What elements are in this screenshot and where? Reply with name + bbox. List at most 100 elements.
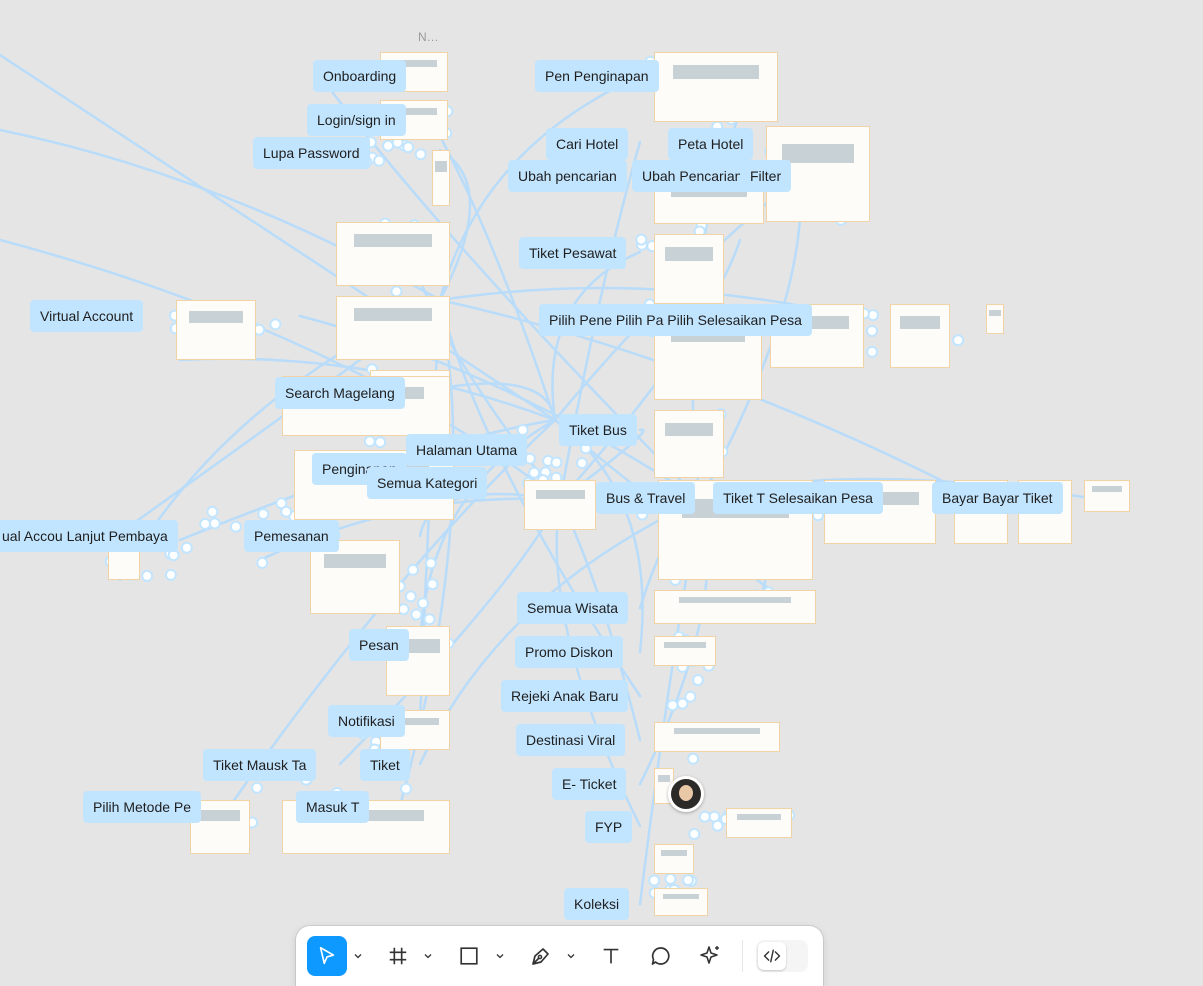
connector-node[interactable]: [688, 828, 701, 840]
connector-node[interactable]: [664, 872, 677, 885]
flow-label[interactable]: Tiket Mausk Ta: [203, 749, 317, 781]
connector-node[interactable]: [692, 674, 704, 687]
connector-node[interactable]: [576, 457, 588, 470]
connector-node[interactable]: [280, 505, 293, 518]
frame-thumbnail[interactable]: [654, 410, 724, 478]
flow-label[interactable]: Bus & Travel: [596, 482, 696, 514]
connector-node[interactable]: [397, 603, 410, 616]
connector-node[interactable]: [257, 508, 270, 521]
flow-label[interactable]: Pesan: [349, 629, 409, 661]
frame-thumbnail[interactable]: [726, 808, 792, 838]
frame-thumbnail[interactable]: [1084, 480, 1130, 512]
connector-node[interactable]: [251, 781, 263, 794]
text-tool[interactable]: [595, 936, 627, 976]
connector-node[interactable]: [414, 148, 427, 161]
connector-node[interactable]: [402, 141, 415, 154]
connector-node[interactable]: [410, 608, 423, 621]
flow-label[interactable]: Search Magelang: [275, 377, 405, 409]
flow-label[interactable]: Pen Penginapan: [535, 60, 659, 92]
flow-label[interactable]: Ubah pencarian: [508, 160, 627, 192]
frame-thumbnail[interactable]: [654, 844, 694, 874]
flow-label[interactable]: ual Accou Lanjut Pembaya: [0, 520, 178, 552]
frame-thumbnail[interactable]: [890, 304, 950, 368]
connector-node[interactable]: [648, 874, 661, 887]
connector-node[interactable]: [866, 345, 879, 358]
connector-node[interactable]: [698, 810, 711, 823]
flow-label[interactable]: Tiket Bus: [559, 414, 637, 446]
comment-tool[interactable]: [645, 936, 677, 976]
frame-thumbnail[interactable]: [432, 150, 450, 206]
pen-tool[interactable]: [525, 936, 557, 976]
chevron-down-icon[interactable]: [494, 950, 506, 962]
flow-label[interactable]: Filter: [740, 160, 792, 192]
flow-label[interactable]: Peta Hotel: [668, 128, 754, 160]
frame-tool[interactable]: [382, 936, 414, 976]
flow-label[interactable]: Pilih Pene Pilih Pa Pilih Selesaikan Pes…: [539, 304, 812, 336]
dev-mode-toggle[interactable]: [756, 940, 808, 972]
chevron-down-icon[interactable]: [422, 950, 434, 962]
flow-label[interactable]: Pemesanan: [244, 520, 339, 552]
frame-thumbnail[interactable]: [524, 480, 596, 530]
connector-node[interactable]: [423, 613, 436, 626]
frame-thumbnail[interactable]: [654, 234, 724, 304]
connector-node[interactable]: [269, 318, 282, 331]
connector-node[interactable]: [676, 697, 689, 710]
connector-node[interactable]: [682, 874, 694, 887]
connector-node[interactable]: [229, 520, 242, 533]
flow-label[interactable]: Tiket T Selesaikan Pesa: [713, 482, 883, 514]
actions-tool[interactable]: [695, 936, 727, 976]
connector-node[interactable]: [374, 436, 387, 449]
chevron-down-icon[interactable]: [565, 950, 577, 962]
connector-node[interactable]: [711, 819, 724, 832]
frame-thumbnail[interactable]: [336, 222, 450, 286]
flow-label[interactable]: Destinasi Viral: [516, 724, 626, 756]
flow-label[interactable]: Cari Hotel: [546, 128, 629, 160]
connector-node[interactable]: [952, 334, 965, 347]
frame-thumbnail[interactable]: [176, 300, 256, 360]
flow-label[interactable]: Masuk T: [296, 791, 370, 823]
connector-node[interactable]: [373, 154, 386, 167]
connector-node[interactable]: [390, 285, 403, 298]
connector-node[interactable]: [550, 456, 563, 469]
shape-tool[interactable]: [453, 936, 485, 976]
flow-label[interactable]: Virtual Account: [30, 300, 144, 332]
flow-label[interactable]: Login/sign in: [307, 104, 406, 136]
connector-node[interactable]: [206, 505, 219, 518]
connector-node[interactable]: [687, 752, 700, 765]
flow-label[interactable]: Halaman Utama: [406, 434, 528, 466]
flow-label[interactable]: E- Ticket: [552, 768, 627, 800]
flow-label[interactable]: Rejeki Anak Baru: [501, 680, 629, 712]
flow-label[interactable]: Pilih Metode Pe: [83, 791, 202, 823]
flow-label[interactable]: FYP: [585, 811, 633, 843]
flow-label[interactable]: Bayar Bayar Tiket: [932, 482, 1063, 514]
connector-node[interactable]: [404, 590, 417, 603]
connector-node[interactable]: [141, 569, 154, 582]
flow-label[interactable]: Promo Diskon: [515, 636, 623, 668]
connector-node[interactable]: [666, 699, 679, 712]
frame-thumbnail[interactable]: [336, 296, 450, 360]
move-tool[interactable]: [307, 936, 347, 976]
flow-label[interactable]: Ubah Pencarian: [632, 160, 753, 192]
connector-node[interactable]: [635, 233, 648, 246]
flow-label[interactable]: Lupa Password: [253, 137, 370, 169]
connector-node[interactable]: [400, 782, 412, 795]
frame-thumbnail[interactable]: [654, 636, 716, 666]
frame-thumbnail[interactable]: [986, 304, 1004, 334]
connector-node[interactable]: [164, 568, 177, 581]
flow-label[interactable]: Notifikasi: [328, 705, 405, 737]
connector-node[interactable]: [180, 541, 193, 554]
frame-thumbnail[interactable]: [654, 590, 816, 624]
user-avatar[interactable]: [668, 776, 704, 812]
connector-node[interactable]: [528, 466, 541, 479]
chevron-down-icon[interactable]: [352, 950, 364, 962]
frame-thumbnail[interactable]: [654, 722, 780, 752]
connector-node[interactable]: [424, 557, 437, 570]
frame-thumbnail[interactable]: [654, 52, 778, 122]
flow-label[interactable]: Semua Wisata: [517, 592, 629, 624]
flow-label[interactable]: Koleksi: [564, 888, 630, 920]
frame-thumbnail[interactable]: [654, 888, 708, 916]
connector-node[interactable]: [407, 563, 419, 576]
flow-label[interactable]: Semua Kategori: [367, 467, 488, 499]
connector-node[interactable]: [426, 578, 439, 591]
flow-label[interactable]: Tiket Pesawat: [519, 237, 627, 269]
